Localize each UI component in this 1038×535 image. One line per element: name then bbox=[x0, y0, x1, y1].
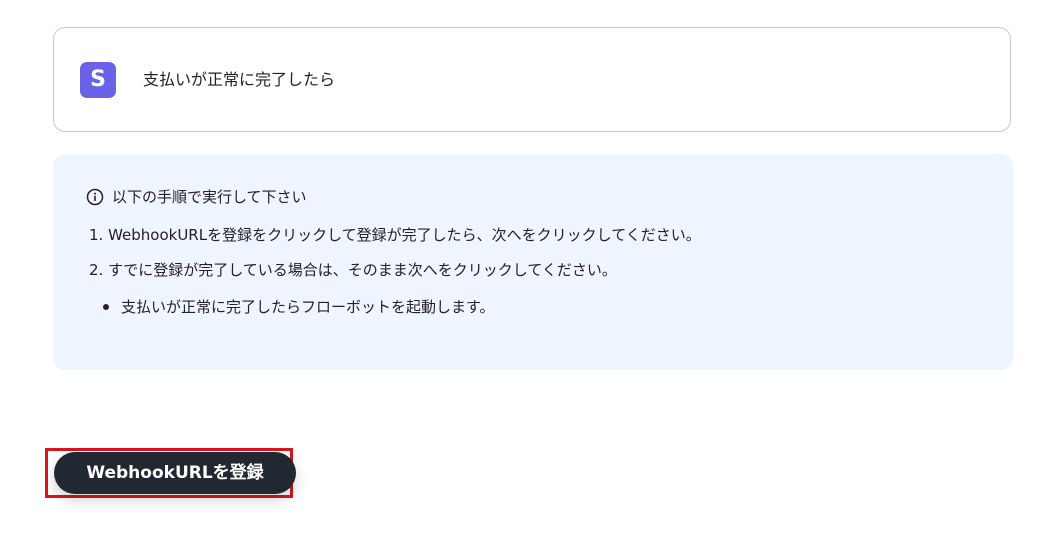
trigger-label: 支払いが正常に完了したら bbox=[143, 70, 336, 89]
instruction-note: 支払いが正常に完了したらフローボットを起動します。 bbox=[103, 297, 495, 317]
instructions-panel: 以下の手順で実行して下さい 1. WebhookURLを登録をクリックして登録が… bbox=[53, 154, 1013, 370]
stripe-icon: S bbox=[80, 62, 116, 98]
instruction-step-1: 1. WebhookURLを登録をクリックして登録が完了したら、次へをクリックし… bbox=[89, 226, 701, 244]
instructions-heading: 以下の手順で実行して下さい bbox=[86, 187, 307, 207]
trigger-card: S 支払いが正常に完了したら bbox=[53, 27, 1011, 132]
register-webhook-url-button[interactable]: WebhookURLを登録 bbox=[54, 452, 296, 494]
instructions-heading-text: 以下の手順で実行して下さい bbox=[112, 188, 307, 206]
bullet-dot bbox=[103, 304, 109, 310]
instruction-step-2: 2. すでに登録が完了している場合は、そのまま次へをクリックしてください。 bbox=[89, 261, 617, 279]
instruction-note-text: 支払いが正常に完了したらフローボットを起動します。 bbox=[121, 298, 495, 316]
info-icon bbox=[86, 188, 104, 206]
